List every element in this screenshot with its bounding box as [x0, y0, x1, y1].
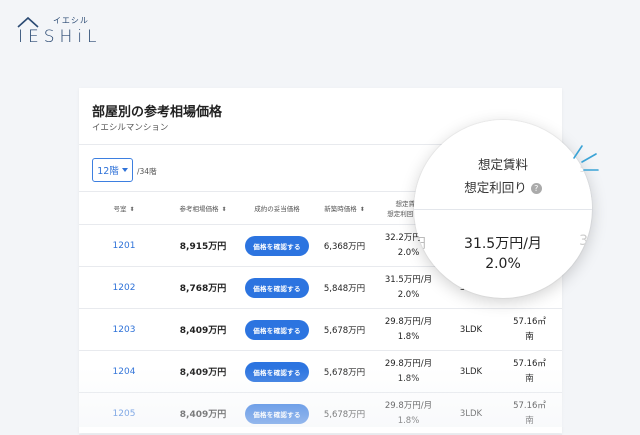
- room-link[interactable]: 1205: [113, 409, 136, 419]
- floor-select-value: 12階: [97, 166, 119, 177]
- magnifier-rent-value: 31.5万円/月: [464, 236, 542, 252]
- room-link[interactable]: 1202: [113, 283, 136, 293]
- magnifier-edge-text: 3: [579, 233, 588, 249]
- rent: 29.8万円/月: [384, 316, 433, 327]
- caret-down-icon: [121, 168, 128, 172]
- yield: 1.8%: [397, 415, 420, 426]
- room-link[interactable]: 1204: [113, 367, 136, 377]
- rent: 29.8万円/月: [384, 358, 433, 369]
- room-link[interactable]: 1203: [113, 325, 136, 335]
- col-new-price[interactable]: 新築時価格 ⬍: [317, 191, 372, 225]
- direction: 南: [525, 331, 534, 342]
- new-price: 6,368万円: [317, 224, 372, 267]
- yield: 1.8%: [397, 373, 420, 384]
- area: 57.16㎡: [513, 316, 546, 327]
- ref-price: 8,915万円: [169, 224, 237, 267]
- rent: 29.8万円/月: [384, 400, 433, 411]
- magnifier-yield-label: 想定利回り ?: [414, 177, 592, 196]
- check-price-button[interactable]: 価格を確認する: [245, 277, 309, 298]
- sort-icon[interactable]: ⬍: [221, 206, 226, 213]
- magnifier-rent-label: 想定賃料: [477, 157, 528, 172]
- card-title: 部屋別の参考相場価格: [92, 105, 223, 120]
- card-subtitle: イエシルマンション: [92, 123, 169, 133]
- area: 57.16㎡: [513, 358, 546, 369]
- layout: 3LDK: [445, 308, 497, 351]
- yield: 2.0%: [397, 289, 420, 300]
- new-price: 5,678万円: [317, 308, 372, 351]
- check-price-button[interactable]: 価格を確認する: [245, 319, 309, 340]
- direction: 南: [525, 415, 534, 426]
- col-room[interactable]: 号室 ⬍: [79, 191, 169, 225]
- help-icon[interactable]: ?: [530, 183, 542, 194]
- rent: 31.5万円/月: [384, 274, 433, 285]
- direction: 南: [525, 373, 534, 384]
- check-price-button[interactable]: 価格を確認する: [245, 361, 309, 382]
- new-price: 5,848万円: [317, 266, 372, 309]
- check-price-button[interactable]: 価格を確認する: [245, 235, 309, 256]
- sort-icon[interactable]: ⬍: [129, 206, 134, 213]
- sort-icon[interactable]: ⬍: [360, 206, 365, 213]
- brand-logo[interactable]: IESHiL: [18, 27, 102, 47]
- table-row: 1203 8,409万円 価格を確認する 5,678万円 29.8万円/月 1.8…: [79, 308, 562, 351]
- sparkle-icon: [573, 145, 599, 171]
- col-ref-price[interactable]: 参考相場価格 ⬍: [169, 191, 237, 225]
- new-price: 5,678万円: [317, 392, 372, 435]
- layout: 3LDK: [445, 350, 497, 393]
- col-fair-price: 成約の妥当価格: [237, 191, 317, 225]
- area: 57.16㎡: [513, 400, 546, 411]
- table-row: 1204 8,409万円 価格を確認する 5,678万円 29.8万円/月 1.8…: [79, 350, 562, 393]
- room-link[interactable]: 1201: [113, 241, 136, 251]
- ref-price: 8,409万円: [169, 308, 237, 351]
- check-price-button[interactable]: 価格を確認する: [245, 403, 309, 424]
- yield: 1.8%: [397, 331, 420, 342]
- layout: 3LDK: [445, 392, 497, 435]
- floor-select[interactable]: 12階: [92, 158, 133, 182]
- brand-kana: イエシル: [53, 16, 89, 25]
- ref-price: 8,409万円: [169, 392, 237, 435]
- ref-price: 8,768万円: [169, 266, 237, 309]
- new-price: 5,678万円: [317, 350, 372, 393]
- ref-price: 8,409万円: [169, 350, 237, 393]
- table-row: 1205 8,409万円 価格を確認する 5,678万円 29.8万円/月 1.8…: [79, 392, 562, 435]
- floor-total: /34階: [137, 167, 157, 176]
- magnifier-callout: 5 想定賃料 想定利回り ? 円 31.5万円/月 2.0% 3: [414, 120, 592, 298]
- magnifier-yield-value: 2.0%: [485, 256, 521, 272]
